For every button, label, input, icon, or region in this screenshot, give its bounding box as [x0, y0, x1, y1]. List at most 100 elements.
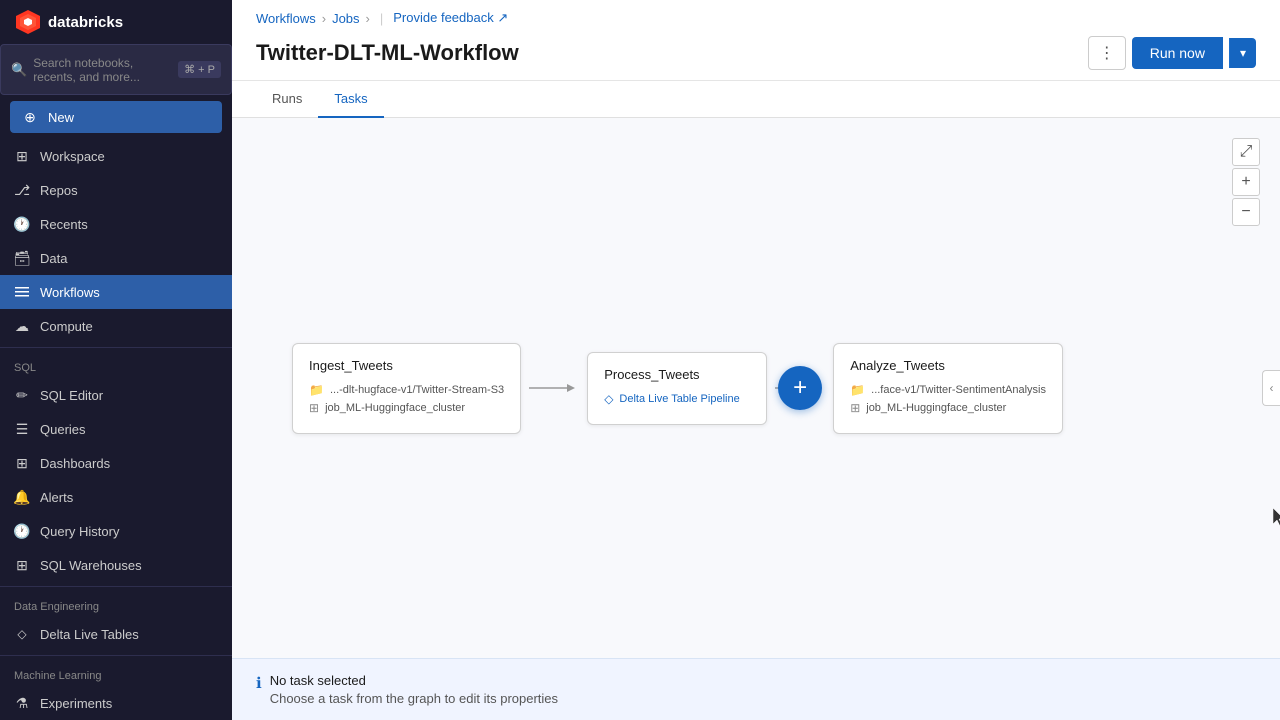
- sidebar-item-recents[interactable]: 🕐 Recents: [0, 207, 232, 241]
- search-placeholder: Search notebooks, recents, and more...: [33, 56, 172, 84]
- sidebar-item-query-history[interactable]: 🕐 Query History: [0, 514, 232, 548]
- zoom-in-button[interactable]: +: [1232, 168, 1260, 196]
- sidebar-delta-live-tables-label: Delta Live Tables: [40, 627, 139, 642]
- feedback-link[interactable]: Provide feedback ↗: [393, 10, 508, 26]
- task-node-process-tweets[interactable]: Process_Tweets ◇ Delta Live Table Pipeli…: [587, 352, 767, 425]
- delta-live-tables-icon: ◇: [14, 626, 30, 642]
- sidebar-data-label: Data: [40, 251, 67, 266]
- search-bar[interactable]: 🔍 Search notebooks, recents, and more...…: [0, 44, 232, 95]
- zoom-out-button[interactable]: −: [1232, 198, 1260, 226]
- sql-editor-icon: ✏: [14, 387, 30, 403]
- divider-ml: [0, 655, 232, 656]
- info-description: Choose a task from the graph to edit its…: [270, 691, 558, 706]
- topbar: databricks: [0, 0, 232, 44]
- sidebar-item-sql-editor[interactable]: ✏ SQL Editor: [0, 378, 232, 412]
- task-node-pipeline: ◇ Delta Live Table Pipeline: [604, 392, 750, 406]
- task-node-title: Ingest_Tweets: [309, 358, 504, 373]
- title-actions: ⋮ Run now ▾: [1088, 36, 1256, 70]
- sidebar-workflows-label: Workflows: [40, 285, 100, 300]
- dashboards-icon: ⊞: [14, 455, 30, 471]
- zoom-controls: ⤢ + −: [1232, 138, 1260, 226]
- sidebar-logo[interactable]: databricks: [14, 8, 123, 36]
- breadcrumb: Workflows › Jobs › | Provide feedback ↗: [256, 0, 1256, 30]
- collapse-handle[interactable]: ‹: [1262, 370, 1280, 406]
- sidebar-item-data[interactable]: 🗃 Data: [0, 241, 232, 275]
- workspace-icon: ⊞: [14, 148, 30, 164]
- info-panel-row: ℹ No task selected Choose a task from th…: [256, 673, 1256, 706]
- sidebar-item-experiments[interactable]: ⚗ Experiments: [0, 686, 232, 720]
- zoom-out-icon: −: [1241, 203, 1250, 221]
- sidebar-repos-label: Repos: [40, 183, 78, 198]
- logo-text: databricks: [48, 14, 123, 31]
- queries-icon: ☰: [14, 421, 30, 437]
- sidebar-item-workspace[interactable]: ⊞ Workspace: [0, 139, 232, 173]
- sidebar-queries-label: Queries: [40, 422, 86, 437]
- task-node-cluster: ⊞ job_ML-Huggingface_cluster: [309, 401, 504, 415]
- data-icon: 🗃: [14, 250, 30, 266]
- task-node-path: 📁 ...face-v1/Twitter-SentimentAnalysis: [850, 383, 1046, 397]
- sidebar-item-alerts[interactable]: 🔔 Alerts: [0, 480, 232, 514]
- page-title: Twitter-DLT-ML-Workflow: [256, 40, 519, 66]
- compute-icon: ☁: [14, 318, 30, 334]
- pipeline-icon: ◇: [604, 392, 613, 406]
- expand-button[interactable]: ⤢: [1232, 138, 1260, 166]
- sidebar-query-history-label: Query History: [40, 524, 119, 539]
- folder-icon: 📁: [309, 383, 324, 397]
- info-content: No task selected Choose a task from the …: [270, 673, 558, 706]
- divider-data-engineering: [0, 586, 232, 587]
- arrow-1: [529, 378, 579, 398]
- sidebar-item-workflows[interactable]: Workflows: [0, 275, 232, 309]
- divider-sql: [0, 347, 232, 348]
- breadcrumb-jobs[interactable]: Jobs: [332, 11, 359, 26]
- ml-section-label: Machine Learning: [0, 660, 232, 686]
- add-icon: +: [793, 374, 807, 402]
- tab-tasks[interactable]: Tasks: [318, 81, 383, 118]
- sidebar-alerts-label: Alerts: [40, 490, 73, 505]
- search-icon: 🔍: [11, 62, 27, 78]
- add-task-button[interactable]: +: [778, 366, 822, 410]
- breadcrumb-workflows[interactable]: Workflows: [256, 11, 316, 26]
- task-node-cluster: ⊞ job_ML-Huggingface_cluster: [850, 401, 1046, 415]
- sidebar-item-dashboards[interactable]: ⊞ Dashboards: [0, 446, 232, 480]
- zoom-in-icon: +: [1241, 173, 1250, 191]
- sidebar-item-compute[interactable]: ☁ Compute: [0, 309, 232, 343]
- workflow-canvas-area[interactable]: Ingest_Tweets 📁 ...-dlt-hugface-v1/Twitt…: [232, 118, 1280, 658]
- task-node-path: 📁 ...-dlt-hugface-v1/Twitter-Stream-S3: [309, 383, 504, 397]
- run-dropdown-button[interactable]: ▾: [1229, 38, 1256, 68]
- sidebar-dashboards-label: Dashboards: [40, 456, 110, 471]
- sql-warehouses-icon: ⊞: [14, 557, 30, 573]
- main-content: Workflows › Jobs › | Provide feedback ↗ …: [232, 0, 1280, 720]
- experiments-icon: ⚗: [14, 695, 30, 711]
- sidebar-compute-label: Compute: [40, 319, 93, 334]
- task-node-ingest-tweets[interactable]: Ingest_Tweets 📁 ...-dlt-hugface-v1/Twitt…: [292, 343, 521, 434]
- breadcrumb-sep-2: ›: [366, 11, 370, 26]
- info-panel: ℹ No task selected Choose a task from th…: [232, 658, 1280, 720]
- task-node-analyze-tweets[interactable]: Analyze_Tweets 📁 ...face-v1/Twitter-Sent…: [833, 343, 1063, 434]
- run-now-button[interactable]: Run now: [1132, 37, 1223, 69]
- search-shortcut: ⌘ + P: [178, 61, 221, 78]
- task-node-title: Process_Tweets: [604, 367, 750, 382]
- page-header: Workflows › Jobs › | Provide feedback ↗ …: [232, 0, 1280, 81]
- sidebar-experiments-label: Experiments: [40, 696, 112, 711]
- sidebar-item-queries[interactable]: ☰ Queries: [0, 412, 232, 446]
- sidebar-item-new[interactable]: ⊕ New: [10, 101, 222, 133]
- sidebar-item-repos[interactable]: ⎇ Repos: [0, 173, 232, 207]
- cluster-icon: ⊞: [309, 401, 319, 415]
- sidebar-new-label: New: [48, 110, 74, 125]
- title-row: Twitter-DLT-ML-Workflow ⋮ Run now ▾: [256, 30, 1256, 80]
- sidebar: databricks 🔍 Search notebooks, recents, …: [0, 0, 232, 720]
- task-node-title: Analyze_Tweets: [850, 358, 1046, 373]
- sql-section-label: SQL: [0, 352, 232, 378]
- query-history-icon: 🕐: [14, 523, 30, 539]
- info-icon: ℹ: [256, 674, 262, 692]
- expand-icon: ⤢: [1240, 143, 1253, 161]
- data-engineering-section-label: Data Engineering: [0, 591, 232, 617]
- sidebar-sql-editor-label: SQL Editor: [40, 388, 103, 403]
- sidebar-workspace-label: Workspace: [40, 149, 105, 164]
- sidebar-item-delta-live-tables[interactable]: ◇ Delta Live Tables: [0, 617, 232, 651]
- tabs-row: Runs Tasks: [232, 81, 1280, 118]
- sidebar-item-sql-warehouses[interactable]: ⊞ SQL Warehouses: [0, 548, 232, 582]
- info-title: No task selected: [270, 673, 558, 688]
- more-options-button[interactable]: ⋮: [1088, 36, 1126, 70]
- tab-runs[interactable]: Runs: [256, 81, 318, 118]
